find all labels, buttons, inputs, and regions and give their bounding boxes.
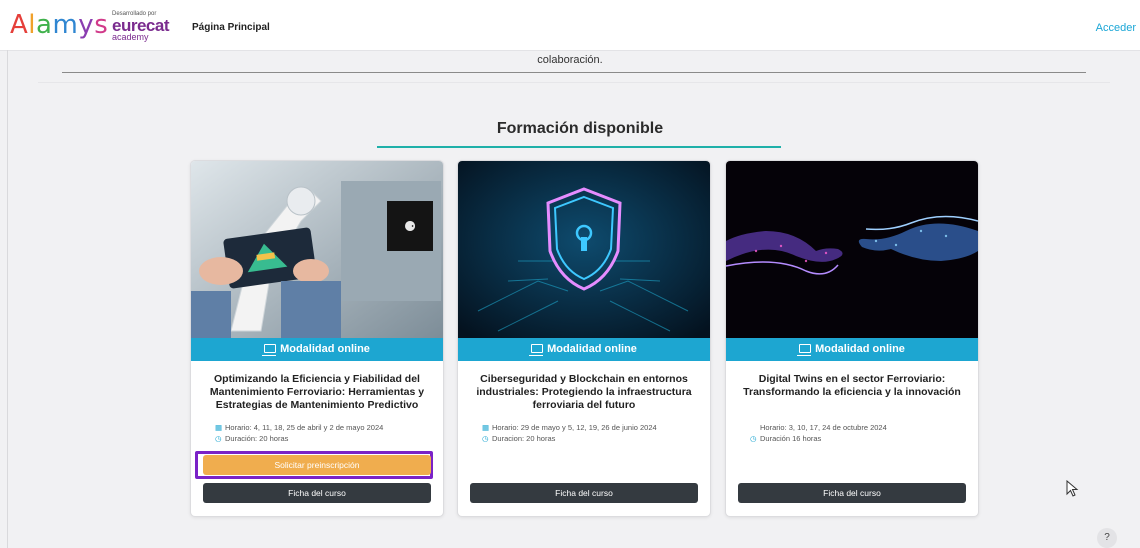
course-duration: ◷ Duración 16 horas — [750, 434, 978, 444]
laptop-icon — [797, 344, 812, 356]
laptop-icon — [262, 344, 277, 356]
divider — [62, 72, 1086, 73]
course-duration: ◷ Duracion: 20 horas — [482, 434, 710, 444]
course-sheet-button[interactable]: Ficha del curso — [738, 483, 966, 503]
course-card: Modalidad online Ciberseguridad y Blockc… — [457, 160, 711, 517]
login-link[interactable]: Acceder — [1096, 22, 1136, 34]
preregister-button[interactable]: Solicitar preinscripción — [203, 455, 431, 475]
title-underline — [377, 146, 781, 148]
course-card: ⚈ Modalidad online Optimizando la Eficie… — [190, 160, 444, 517]
nav-home-link[interactable]: Página Principal — [192, 22, 270, 33]
course-sheet-button[interactable]: Ficha del curso — [203, 483, 431, 503]
course-schedule: Horario: 3, 10, 17, 24 de octubre 2024 — [750, 423, 978, 433]
clock-icon: ◷ — [482, 434, 489, 443]
modality-badge: Modalidad online — [726, 338, 978, 361]
duration-text: Duración 16 horas — [760, 434, 822, 443]
laptop-icon — [529, 344, 544, 356]
divider — [38, 82, 1110, 83]
clock-icon: ◷ — [215, 434, 222, 443]
course-title: Ciberseguridad y Blockchain en entornos … — [476, 373, 692, 411]
help-button[interactable]: ? — [1097, 528, 1117, 548]
logo-letter: s — [94, 10, 109, 40]
section-title: Formación disponible — [496, 120, 664, 137]
modality-badge: Modalidad online — [458, 338, 710, 361]
modality-badge: Modalidad online — [191, 338, 443, 361]
calendar-icon: ▦ — [482, 423, 490, 432]
logo-letter: a — [36, 10, 53, 40]
modality-label: Modalidad online — [280, 343, 370, 355]
schedule-text: Horario: 29 de mayo y 5, 12, 19, 26 de j… — [492, 423, 657, 432]
course-sheet-button[interactable]: Ficha del curso — [470, 483, 698, 503]
calendar-icon: ▦ — [215, 423, 223, 432]
schedule-text: Horario: 3, 10, 17, 24 de octubre 2024 — [760, 423, 887, 432]
top-navbar: Alamys Desarrollado por eurecat academy … — [0, 0, 1140, 51]
logo-letter: A — [10, 10, 29, 40]
modality-label: Modalidad online — [815, 343, 905, 355]
svg-text:⚈: ⚈ — [405, 215, 416, 236]
course-duration: ◷ Duración: 20 horas — [215, 434, 443, 444]
course-image-digital-hands — [726, 161, 978, 338]
course-title: Digital Twins en el sector Ferroviario: … — [743, 373, 961, 398]
course-image-shield-lock — [458, 161, 710, 338]
logo-letter: l — [28, 10, 37, 40]
course-card: Modalidad online Digital Twins en el sec… — [725, 160, 979, 517]
modality-label: Modalidad online — [547, 343, 637, 355]
mouse-cursor-icon — [1066, 480, 1079, 497]
eurecat-academy-logo: Desarrollado por eurecat academy — [112, 11, 169, 45]
clock-icon: ◷ — [750, 434, 757, 443]
schedule-text: Horario: 4, 11, 18, 25 de abril y 2 de m… — [225, 423, 384, 432]
course-schedule: ▦ Horario: 4, 11, 18, 25 de abril y 2 de … — [215, 423, 443, 433]
logo-letter: y — [78, 10, 95, 40]
logo-letter: m — [52, 10, 79, 40]
partner-main-text: eurecat — [112, 16, 169, 35]
intro-text: colaboración. — [537, 54, 603, 66]
course-image-robot-arm: ⚈ — [191, 161, 443, 338]
duration-text: Duracion: 20 horas — [492, 434, 556, 443]
duration-text: Duración: 20 horas — [225, 434, 289, 443]
course-title: Optimizando la Eficiencia y Fiabilidad d… — [209, 373, 425, 411]
alamys-logo[interactable]: Alamys — [10, 10, 108, 40]
course-schedule: ▦ Horario: 29 de mayo y 5, 12, 19, 26 de … — [482, 423, 710, 433]
